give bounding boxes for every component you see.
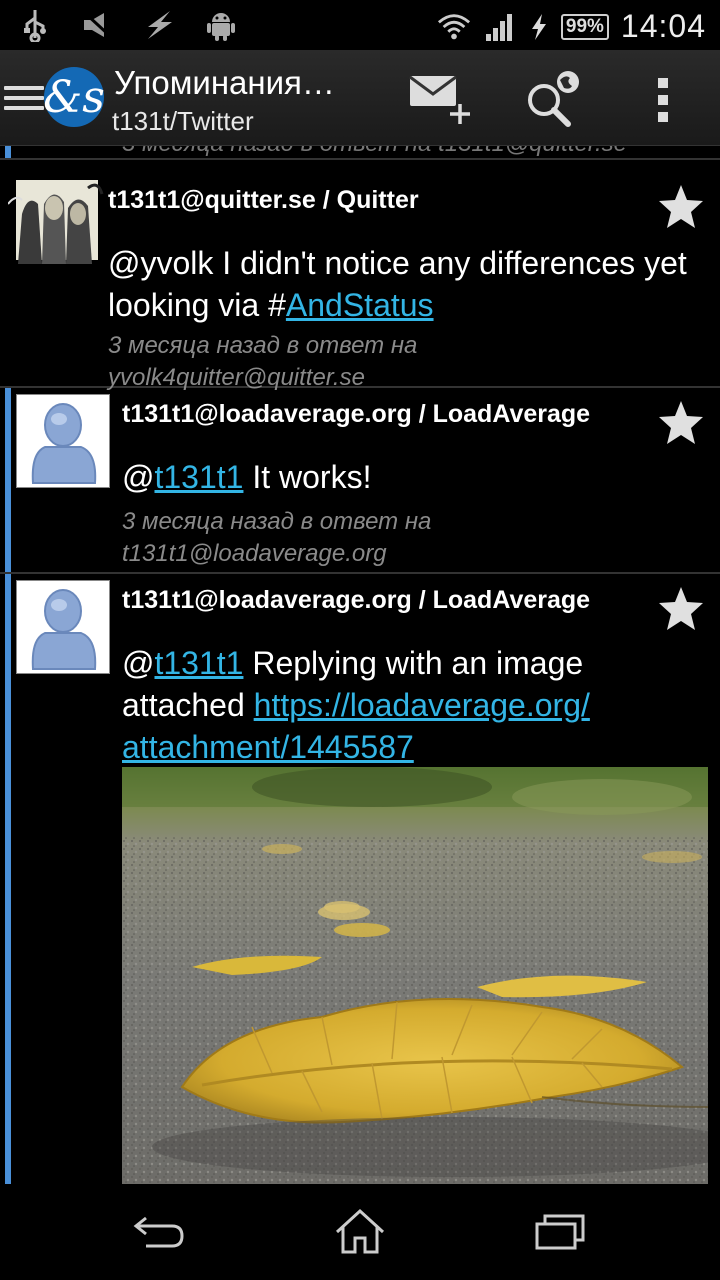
reply-indicator: [5, 146, 11, 158]
tweet-body: @yvolk I didn't notice any differences y…: [108, 242, 708, 326]
tweet-body: @t131t1 Replying with an image attached …: [122, 642, 712, 768]
avatar[interactable]: [16, 580, 110, 674]
list-item[interactable]: t131t1@loadaverage.org / LoadAverage @t1…: [0, 388, 720, 574]
account-subtitle[interactable]: t131t/Twitter: [112, 106, 254, 137]
attachment-image[interactable]: [122, 767, 708, 1184]
author-name[interactable]: t131t1@loadaverage.org / LoadAverage: [122, 586, 590, 615]
list-item[interactable]: t131t1@quitter.se / Quitter @yvolk I did…: [0, 160, 720, 391]
overflow-menu-button[interactable]: [628, 68, 698, 132]
home-icon: [335, 1208, 385, 1254]
attachment-link-continued[interactable]: attachment/1445587: [122, 729, 414, 765]
tweet-text: It works!: [243, 459, 372, 495]
reply-indicator: [5, 388, 11, 572]
drawer-menu-icon[interactable]: [4, 86, 44, 110]
overflow-menu-icon: [658, 78, 668, 122]
attachment-link[interactable]: https://loadaverage.org/: [254, 687, 590, 723]
timeline-list[interactable]: 3 месяца назад в ответ на t131t1@quitter…: [0, 146, 720, 1184]
mention-link[interactable]: t131t1: [154, 459, 243, 495]
compose-button[interactable]: [402, 68, 472, 132]
navigation-bar: [0, 1184, 720, 1280]
partial-list-item[interactable]: 3 месяца назад в ответ на t131t1@quitter…: [0, 146, 720, 160]
status-bar: 99% 14:04: [0, 0, 720, 50]
tweet-meta: 3 месяца назад в ответ на t131t1@loadave…: [122, 506, 431, 570]
mention-at: @: [122, 645, 155, 681]
tweet-time-reply: 3 месяца назад в ответ на: [108, 332, 418, 359]
mute-icon: [80, 8, 114, 42]
back-icon: [133, 1216, 184, 1248]
favorite-star-icon[interactable]: [656, 182, 706, 232]
search-button[interactable]: [516, 68, 586, 132]
clock: 14:04: [620, 8, 706, 44]
back-button[interactable]: [130, 1204, 190, 1260]
battery-level: 99%: [560, 13, 609, 40]
tweet-meta: 3 месяца назад в ответ на yvolk4quitter@…: [108, 330, 417, 394]
wifi-icon: [437, 10, 471, 44]
status-notification-icons: [18, 8, 238, 42]
home-button[interactable]: [330, 1204, 390, 1260]
screen: 99% 14:04 &s Упоминания… t131t/Twitter t…: [0, 0, 720, 1280]
app-logo[interactable]: &s: [43, 67, 105, 127]
recents-icon: [535, 1214, 585, 1250]
timeline-title[interactable]: Упоминания…: [114, 64, 335, 102]
tweet-time-reply: 3 месяца назад в ответ на: [122, 508, 432, 535]
mention-at: @: [122, 459, 155, 495]
search-icon: [528, 71, 579, 127]
charging-icon: [529, 10, 549, 44]
avatar[interactable]: [16, 394, 110, 488]
avatar[interactable]: [8, 174, 104, 268]
android-debug-icon: [204, 8, 238, 42]
mention-link[interactable]: t131t1: [154, 645, 243, 681]
author-name[interactable]: t131t1@quitter.se / Quitter: [108, 186, 419, 215]
reply-to-user[interactable]: t131t1@loadaverage.org: [122, 538, 431, 570]
partial-item-meta: 3 месяца назад в ответ на t131t1@quitter…: [122, 146, 627, 158]
list-item[interactable]: t131t1@loadaverage.org / LoadAverage @t1…: [0, 574, 720, 1184]
status-system-icons: 99% 14:04: [437, 8, 706, 45]
hashtag-link[interactable]: AndStatus: [286, 287, 434, 323]
usb-icon: [18, 8, 52, 42]
recents-button[interactable]: [530, 1204, 590, 1260]
reply-indicator: [5, 574, 11, 1184]
author-name[interactable]: t131t1@loadaverage.org / LoadAverage: [122, 400, 590, 429]
favorite-star-icon[interactable]: [656, 584, 706, 634]
flash-icon: [142, 8, 176, 42]
favorite-star-icon[interactable]: [656, 398, 706, 448]
signal-icon: [483, 10, 517, 44]
compose-icon: [409, 75, 470, 124]
tweet-body: @t131t1 It works!: [122, 456, 712, 498]
action-bar: &s Упоминания… t131t/Twitter: [0, 50, 720, 146]
